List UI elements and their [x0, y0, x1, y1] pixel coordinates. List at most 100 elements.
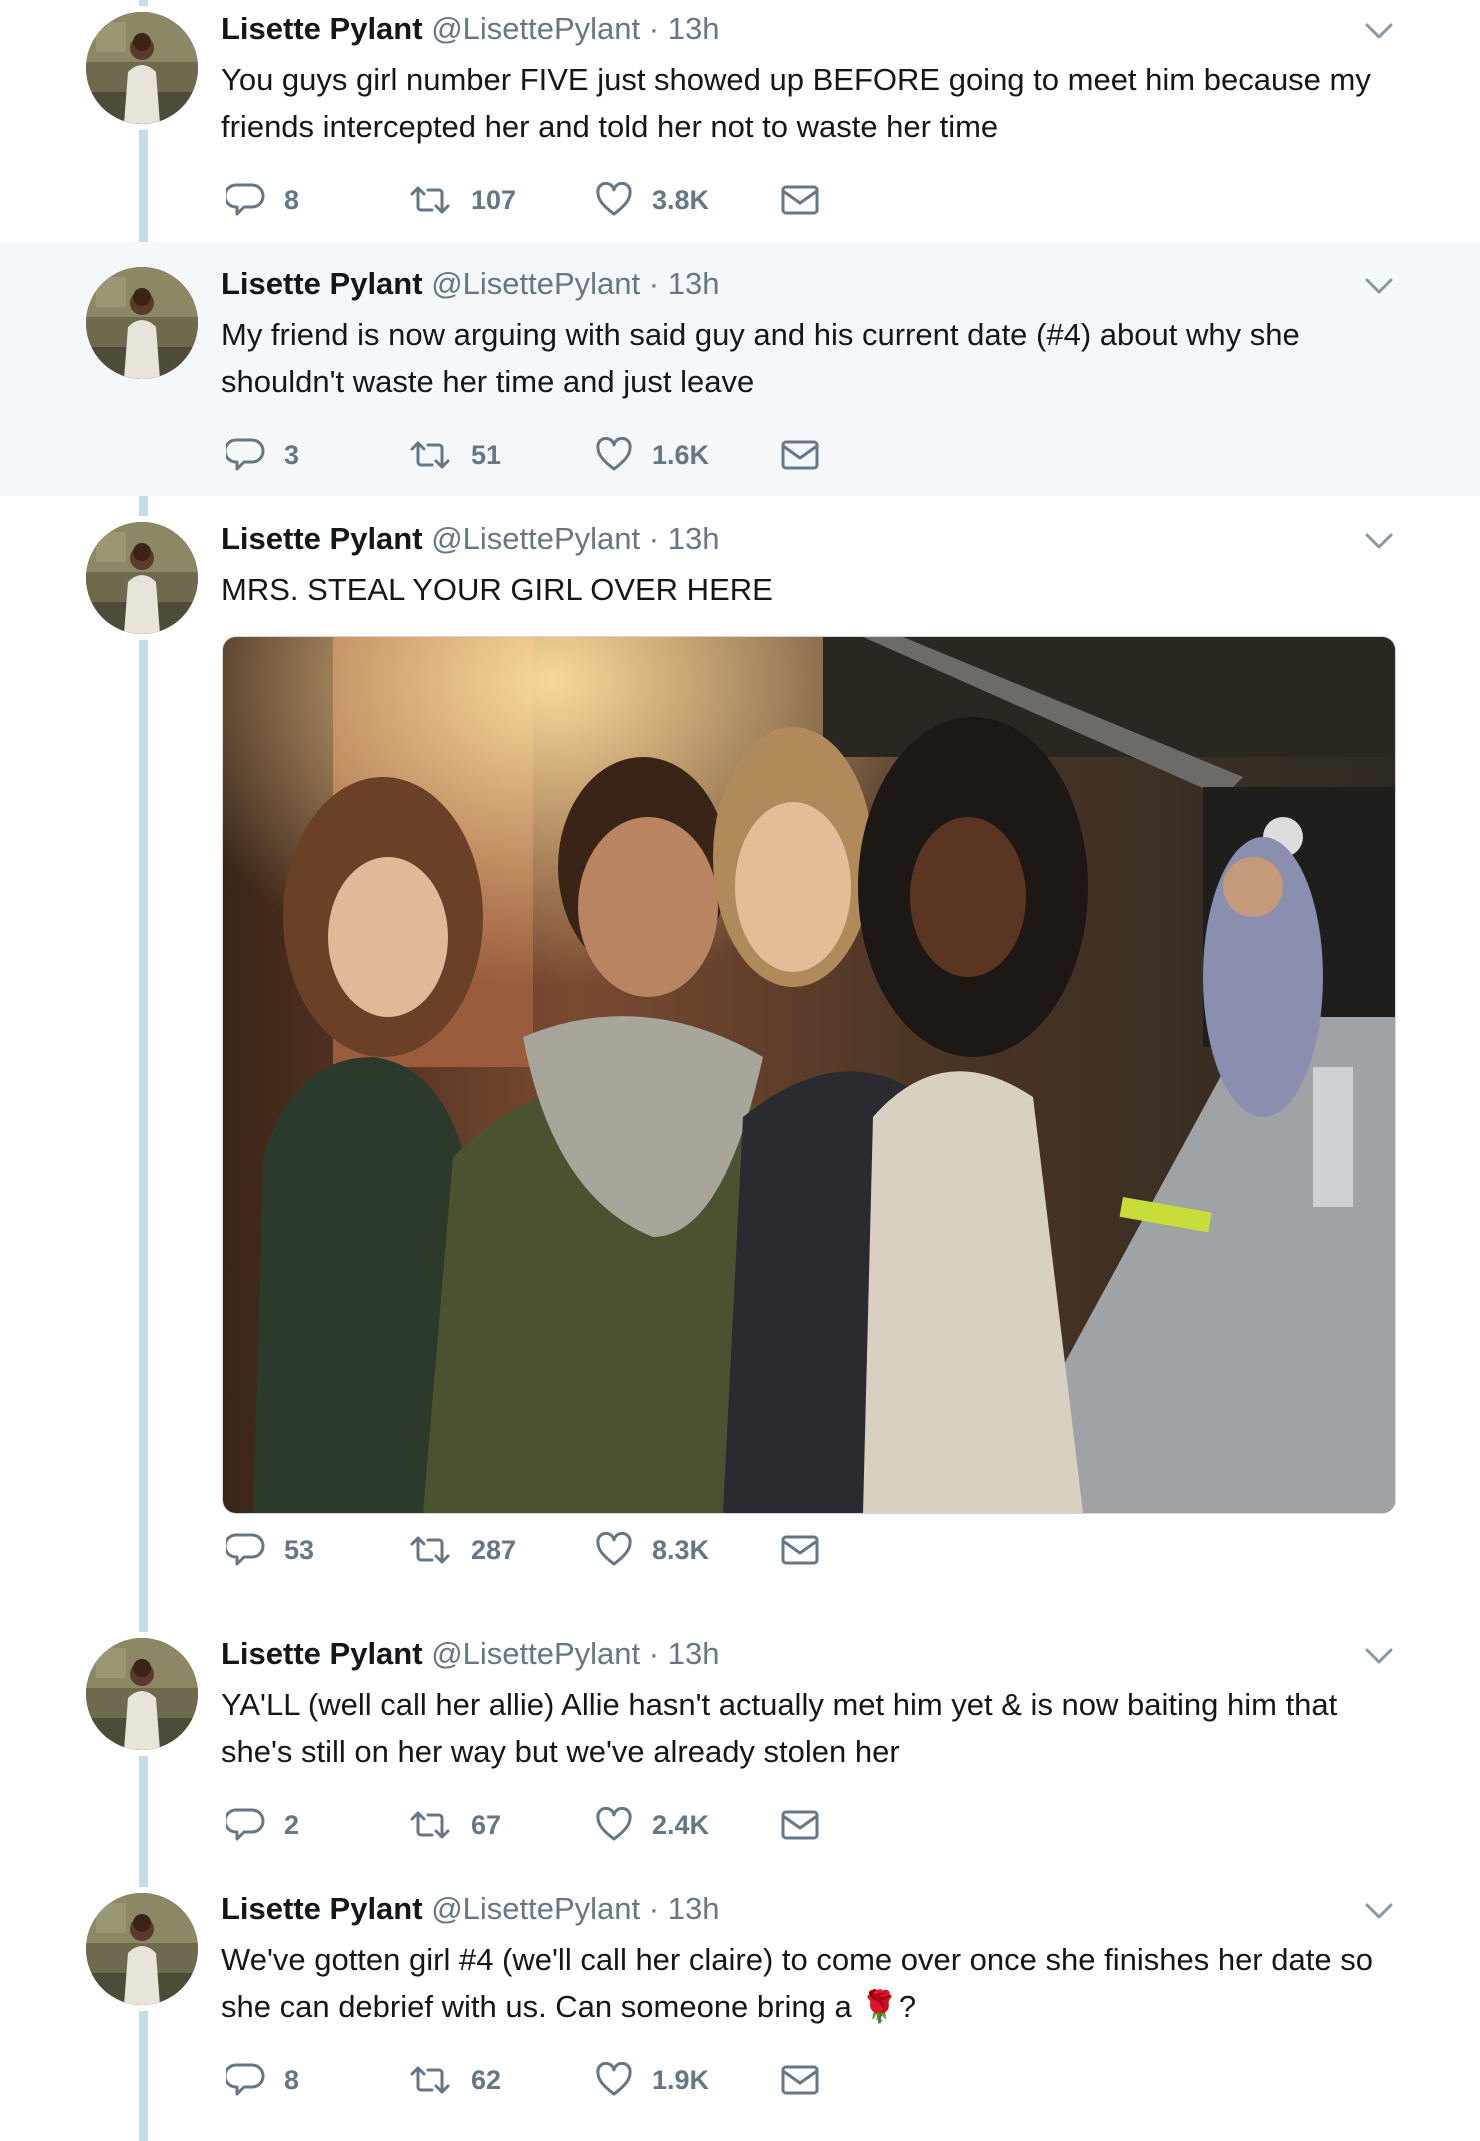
like-button[interactable]: 2.4K: [596, 1805, 709, 1845]
retweet-count: 67: [471, 1809, 502, 1840]
reply-button[interactable]: 8: [226, 2060, 299, 2100]
author-name[interactable]: Lisette Pylant: [221, 266, 423, 301]
reply-count: 8: [284, 184, 300, 215]
avatar[interactable]: [86, 522, 198, 634]
separator: ·: [648, 521, 660, 556]
message-button[interactable]: [781, 435, 837, 475]
like-button[interactable]: 8.3K: [596, 1530, 709, 1570]
reply-count: 3: [284, 439, 300, 470]
like-count: 3.8K: [652, 184, 710, 215]
retweet-icon: [410, 1811, 450, 1839]
message-icon: [781, 1810, 819, 1840]
retweet-count: 62: [471, 2064, 502, 2095]
retweet-icon: [410, 441, 450, 469]
author-name[interactable]: Lisette Pylant: [221, 521, 423, 556]
message-icon: [781, 1535, 819, 1565]
reply-icon: [226, 1808, 265, 1841]
separator: ·: [648, 11, 660, 46]
reply-icon: [226, 2063, 265, 2096]
like-icon: [596, 437, 632, 471]
author-handle[interactable]: @LisettePylant: [431, 1891, 640, 1926]
chevron-down-icon[interactable]: [1364, 271, 1394, 301]
timestamp[interactable]: 13h: [668, 266, 720, 301]
tweet-photo[interactable]: [222, 636, 1396, 1514]
chevron-down-icon[interactable]: [1364, 1641, 1394, 1671]
tweet-header: Lisette Pylant @LisettePylant · 13h: [221, 9, 719, 49]
author-handle[interactable]: @LisettePylant: [431, 521, 640, 556]
reply-icon: [226, 438, 265, 471]
retweet-icon: [410, 186, 450, 214]
reply-icon: [226, 1533, 265, 1566]
reply-count: 8: [284, 2064, 300, 2095]
reply-button[interactable]: 2: [226, 1805, 299, 1845]
author-name[interactable]: Lisette Pylant: [221, 1891, 423, 1926]
reply-count: 53: [284, 1534, 315, 1565]
like-count: 1.9K: [652, 2064, 710, 2095]
timestamp[interactable]: 13h: [668, 1891, 720, 1926]
tweet-text: MRS. STEAL YOUR GIRL OVER HERE: [221, 572, 773, 607]
retweet-count: 287: [471, 1534, 517, 1565]
separator: ·: [648, 1636, 660, 1671]
separator: ·: [648, 1891, 660, 1926]
message-button[interactable]: [781, 1530, 837, 1570]
message-button[interactable]: [781, 2060, 837, 2100]
like-count: 8.3K: [652, 1534, 710, 1565]
separator: ·: [648, 266, 660, 301]
avatar[interactable]: [86, 1638, 198, 1750]
retweet-count: 51: [471, 439, 502, 470]
retweet-icon: [410, 2066, 450, 2094]
tweet-4[interactable]: Lisette Pylant @LisettePylant · 13h YA'L…: [0, 1610, 1480, 1866]
reply-button[interactable]: 3: [226, 435, 299, 475]
author-name[interactable]: Lisette Pylant: [221, 11, 423, 46]
like-icon: [596, 1807, 632, 1841]
like-icon: [596, 1532, 632, 1566]
tweet-text: We've gotten girl #4 (we'll call her cla…: [221, 1942, 1373, 2024]
message-icon: [781, 2065, 819, 2095]
message-button[interactable]: [781, 180, 837, 220]
retweet-button[interactable]: 67: [409, 1805, 501, 1845]
message-button[interactable]: [781, 1805, 837, 1845]
like-icon: [596, 182, 632, 216]
chevron-down-icon[interactable]: [1364, 1896, 1394, 1926]
author-name[interactable]: Lisette Pylant: [221, 1636, 423, 1671]
tweet-header: Lisette Pylant @LisettePylant · 13h: [221, 519, 719, 559]
like-count: 2.4K: [652, 1809, 710, 1840]
retweet-button[interactable]: 287: [409, 1530, 516, 1570]
chevron-down-icon[interactable]: [1364, 526, 1394, 556]
author-handle[interactable]: @LisettePylant: [431, 266, 640, 301]
like-icon: [596, 2062, 632, 2096]
message-icon: [781, 185, 819, 215]
tweet-header: Lisette Pylant @LisettePylant · 13h: [221, 1634, 719, 1674]
reply-count: 2: [284, 1809, 300, 1840]
reply-button[interactable]: 8: [226, 180, 299, 220]
avatar[interactable]: [86, 1893, 198, 2005]
timestamp[interactable]: 13h: [668, 1636, 720, 1671]
retweet-icon: [410, 1536, 450, 1564]
timestamp[interactable]: 13h: [668, 11, 720, 46]
like-button[interactable]: 3.8K: [596, 180, 709, 220]
retweet-button[interactable]: 62: [409, 2060, 501, 2100]
tweet-5[interactable]: Lisette Pylant @LisettePylant · 13h We'v…: [0, 1866, 1480, 2141]
like-button[interactable]: 1.9K: [596, 2060, 709, 2100]
tweet-text: My friend is now arguing with said guy a…: [221, 317, 1300, 399]
retweet-count: 107: [471, 184, 517, 215]
like-button[interactable]: 1.6K: [596, 435, 709, 475]
avatar[interactable]: [86, 267, 198, 379]
author-handle[interactable]: @LisettePylant: [431, 1636, 640, 1671]
message-icon: [781, 440, 819, 470]
tweet-header: Lisette Pylant @LisettePylant · 13h: [221, 264, 719, 304]
tweet-header: Lisette Pylant @LisettePylant · 13h: [221, 1889, 719, 1929]
like-count: 1.6K: [652, 439, 710, 470]
timestamp[interactable]: 13h: [668, 521, 720, 556]
retweet-button[interactable]: 51: [409, 435, 501, 475]
author-handle[interactable]: @LisettePylant: [431, 11, 640, 46]
reply-button[interactable]: 53: [226, 1530, 314, 1570]
chevron-down-icon[interactable]: [1364, 16, 1394, 46]
group-photo-image: [223, 637, 1395, 1513]
retweet-button[interactable]: 107: [409, 180, 516, 220]
avatar[interactable]: [86, 12, 198, 124]
tweet-2[interactable]: Lisette Pylant @LisettePylant · 13h My f…: [0, 242, 1480, 496]
tweet-text: YA'LL (well call her allie) Allie hasn't…: [221, 1687, 1338, 1769]
tweet-3[interactable]: Lisette Pylant @LisettePylant · 13h MRS.…: [0, 496, 1480, 1610]
tweet-1[interactable]: Lisette Pylant @LisettePylant · 13h You …: [0, 0, 1480, 242]
